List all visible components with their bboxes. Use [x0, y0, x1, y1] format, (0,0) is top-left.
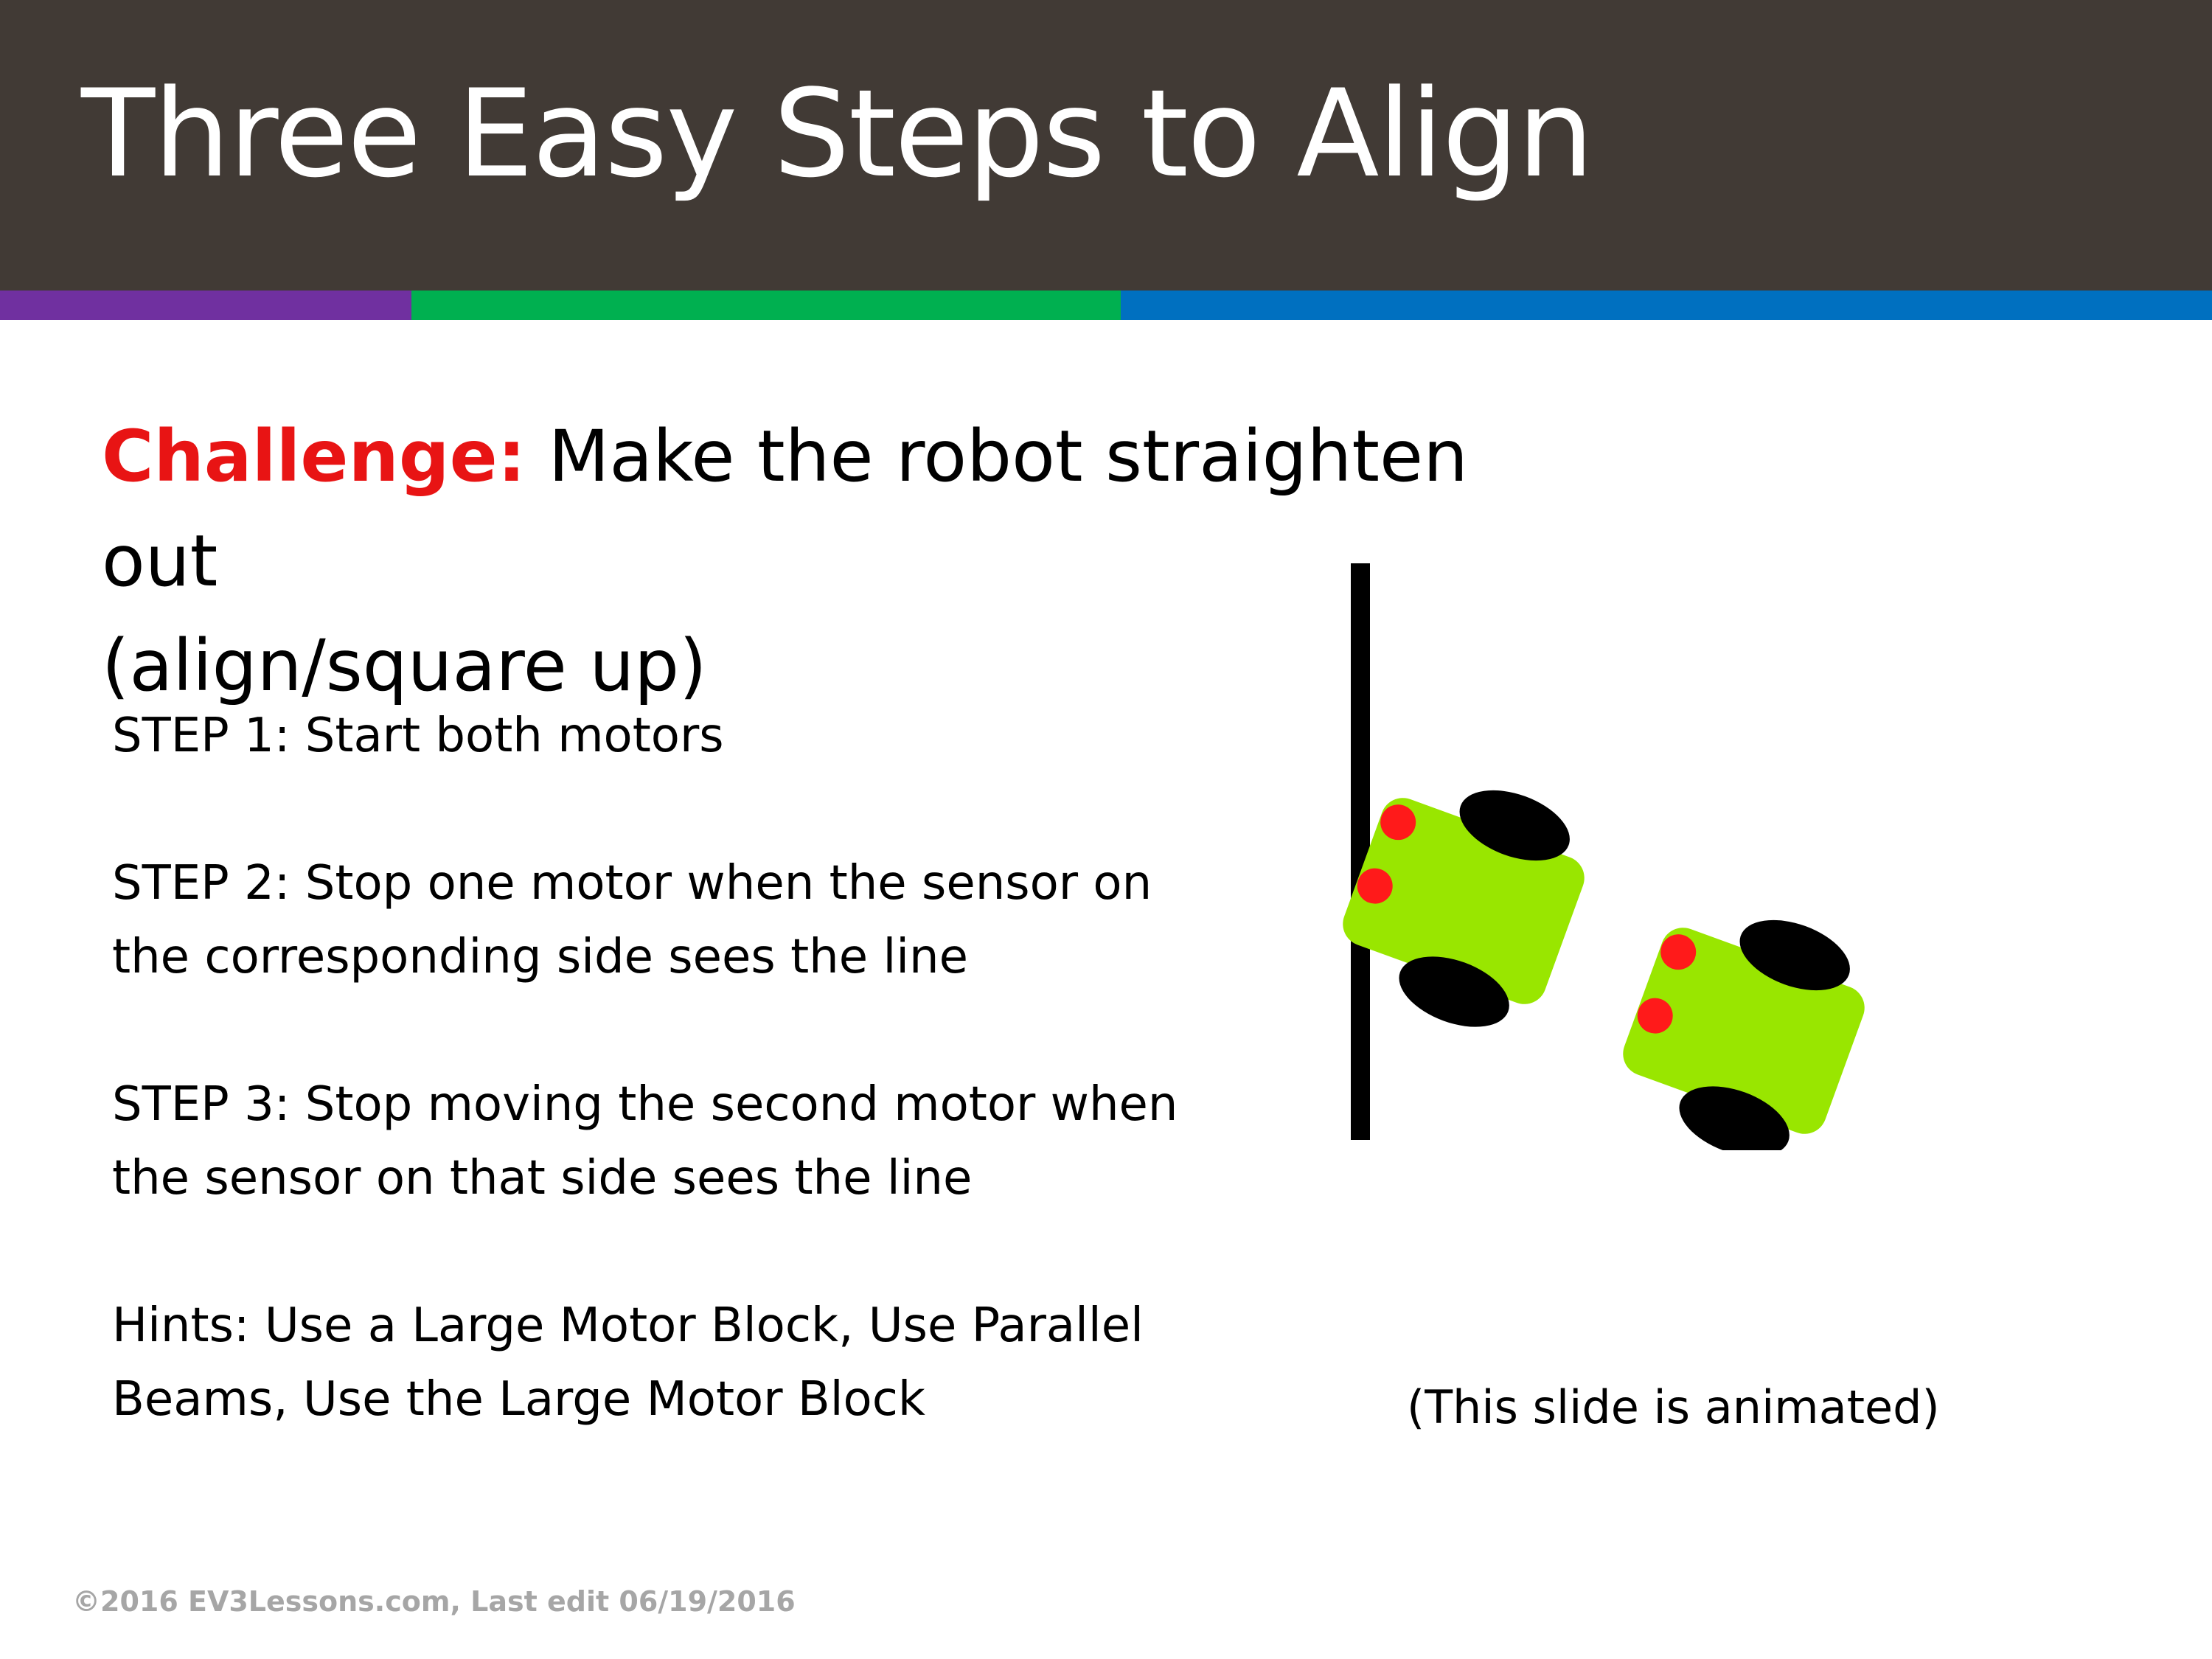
step-2-text-line2: the corresponding side sees the line: [112, 930, 968, 984]
alignment-line: [1351, 563, 1370, 1140]
step-3-text-line2: the sensor on that side sees the line: [112, 1151, 973, 1206]
step-1: STEP 1: Start both motors: [112, 699, 1321, 773]
alignment-illustration: [1343, 563, 1865, 1150]
copyright-footer: ©2016 EV3Lessons.com, Last edit 06/19/20…: [72, 1585, 796, 1618]
title-bar: Three Easy Steps to Align: [0, 0, 2212, 291]
accent-stripe-blue: [1121, 291, 2212, 320]
accent-stripe-green: [411, 291, 1121, 320]
step-3: STEP 3: Stop moving the second motor whe…: [112, 1068, 1321, 1215]
step-2: STEP 2: Stop one motor when the sensor o…: [112, 846, 1321, 994]
challenge-text-line2: (align/square up): [102, 625, 707, 707]
hints: Hints: Use a Large Motor Block, Use Para…: [112, 1289, 1321, 1436]
challenge-label: Challenge:: [102, 415, 526, 498]
step-1-text: STEP 1: Start both motors: [112, 709, 724, 763]
slide-title: Three Easy Steps to Align: [81, 63, 1594, 204]
accent-stripe-purple: [0, 291, 411, 320]
step-3-text-line1: STEP 3: Stop moving the second motor whe…: [112, 1077, 1178, 1132]
step-2-text-line1: STEP 2: Stop one motor when the sensor o…: [112, 856, 1152, 911]
robot-icon: [1623, 919, 1865, 1150]
animation-note: (This slide is animated): [1407, 1380, 1940, 1434]
hints-text-line2: Beams, Use the Large Motor Block: [112, 1372, 925, 1427]
hints-text-line1: Hints: Use a Large Motor Block, Use Para…: [112, 1298, 1144, 1353]
